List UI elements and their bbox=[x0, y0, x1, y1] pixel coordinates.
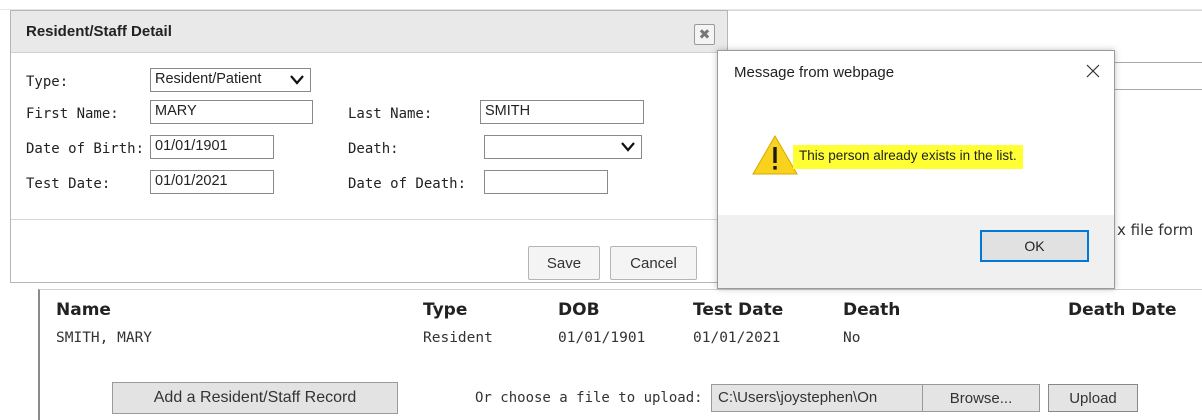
type-label: Type: bbox=[26, 74, 69, 90]
dialog-title: Resident/Staff Detail bbox=[26, 23, 172, 40]
death-label: Death: bbox=[348, 141, 399, 157]
type-select-value: Resident/Patient bbox=[155, 71, 262, 87]
last-name-label: Last Name: bbox=[348, 106, 433, 122]
background-input-field[interactable] bbox=[1104, 62, 1202, 90]
dob-label: Date of Birth: bbox=[26, 141, 145, 157]
page-top-strip bbox=[0, 0, 1202, 10]
choose-file-label: Or choose a file to upload: bbox=[475, 390, 703, 406]
type-select[interactable]: Resident/Patient bbox=[150, 68, 311, 92]
alert-title: Message from webpage bbox=[734, 64, 895, 81]
ok-button[interactable]: OK bbox=[980, 230, 1089, 262]
first-name-input[interactable]: MARY bbox=[150, 100, 313, 124]
column-header-death-date: Death Date bbox=[1068, 300, 1177, 320]
dialog-close-icon[interactable]: ✖ bbox=[694, 24, 715, 45]
resident-detail-dialog: Resident/Staff Detail ✖ Type: Resident/P… bbox=[10, 10, 728, 283]
first-name-label: First Name: bbox=[26, 106, 119, 122]
alert-message: This person already exists in the list. bbox=[793, 145, 1023, 169]
close-icon[interactable] bbox=[1085, 63, 1101, 79]
test-date-label: Test Date: bbox=[26, 176, 111, 192]
background-partial-text: x file form bbox=[1117, 221, 1194, 239]
save-button[interactable]: Save bbox=[528, 246, 600, 280]
warning-triangle-icon bbox=[752, 135, 798, 175]
cell-death: No bbox=[843, 330, 861, 346]
column-header-death: Death bbox=[843, 300, 901, 320]
dialog-separator bbox=[11, 219, 727, 220]
date-of-death-input[interactable] bbox=[484, 170, 608, 194]
dialog-titlebar[interactable]: Resident/Staff Detail ✖ bbox=[11, 11, 727, 53]
column-header-name: Name bbox=[56, 300, 111, 320]
cancel-button[interactable]: Cancel bbox=[610, 246, 697, 280]
add-record-button[interactable]: Add a Resident/Staff Record bbox=[112, 382, 398, 414]
file-path-input[interactable]: C:\Users\joystephen\On bbox=[711, 384, 924, 412]
chevron-down-icon bbox=[290, 75, 304, 85]
message-alert-dialog: Message from webpage This person already… bbox=[717, 50, 1115, 289]
column-header-test-date: Test Date bbox=[693, 300, 784, 320]
upload-button[interactable]: Upload bbox=[1048, 384, 1138, 412]
column-header-dob: DOB bbox=[558, 300, 600, 320]
browse-button[interactable]: Browse... bbox=[922, 384, 1040, 412]
column-header-type: Type bbox=[423, 300, 468, 320]
date-of-death-label: Date of Death: bbox=[348, 176, 467, 192]
dob-input[interactable]: 01/01/1901 bbox=[150, 135, 274, 159]
last-name-input[interactable]: SMITH bbox=[480, 100, 644, 124]
page-divider bbox=[728, 10, 1202, 11]
cell-dob: 01/01/1901 bbox=[558, 330, 646, 346]
cell-type: Resident bbox=[423, 330, 493, 346]
test-date-input[interactable]: 01/01/2021 bbox=[150, 170, 274, 194]
cell-name[interactable]: SMITH, MARY bbox=[56, 330, 152, 346]
chevron-down-icon bbox=[621, 142, 635, 152]
death-select[interactable] bbox=[484, 135, 642, 159]
cell-test-date: 01/01/2021 bbox=[693, 330, 781, 346]
